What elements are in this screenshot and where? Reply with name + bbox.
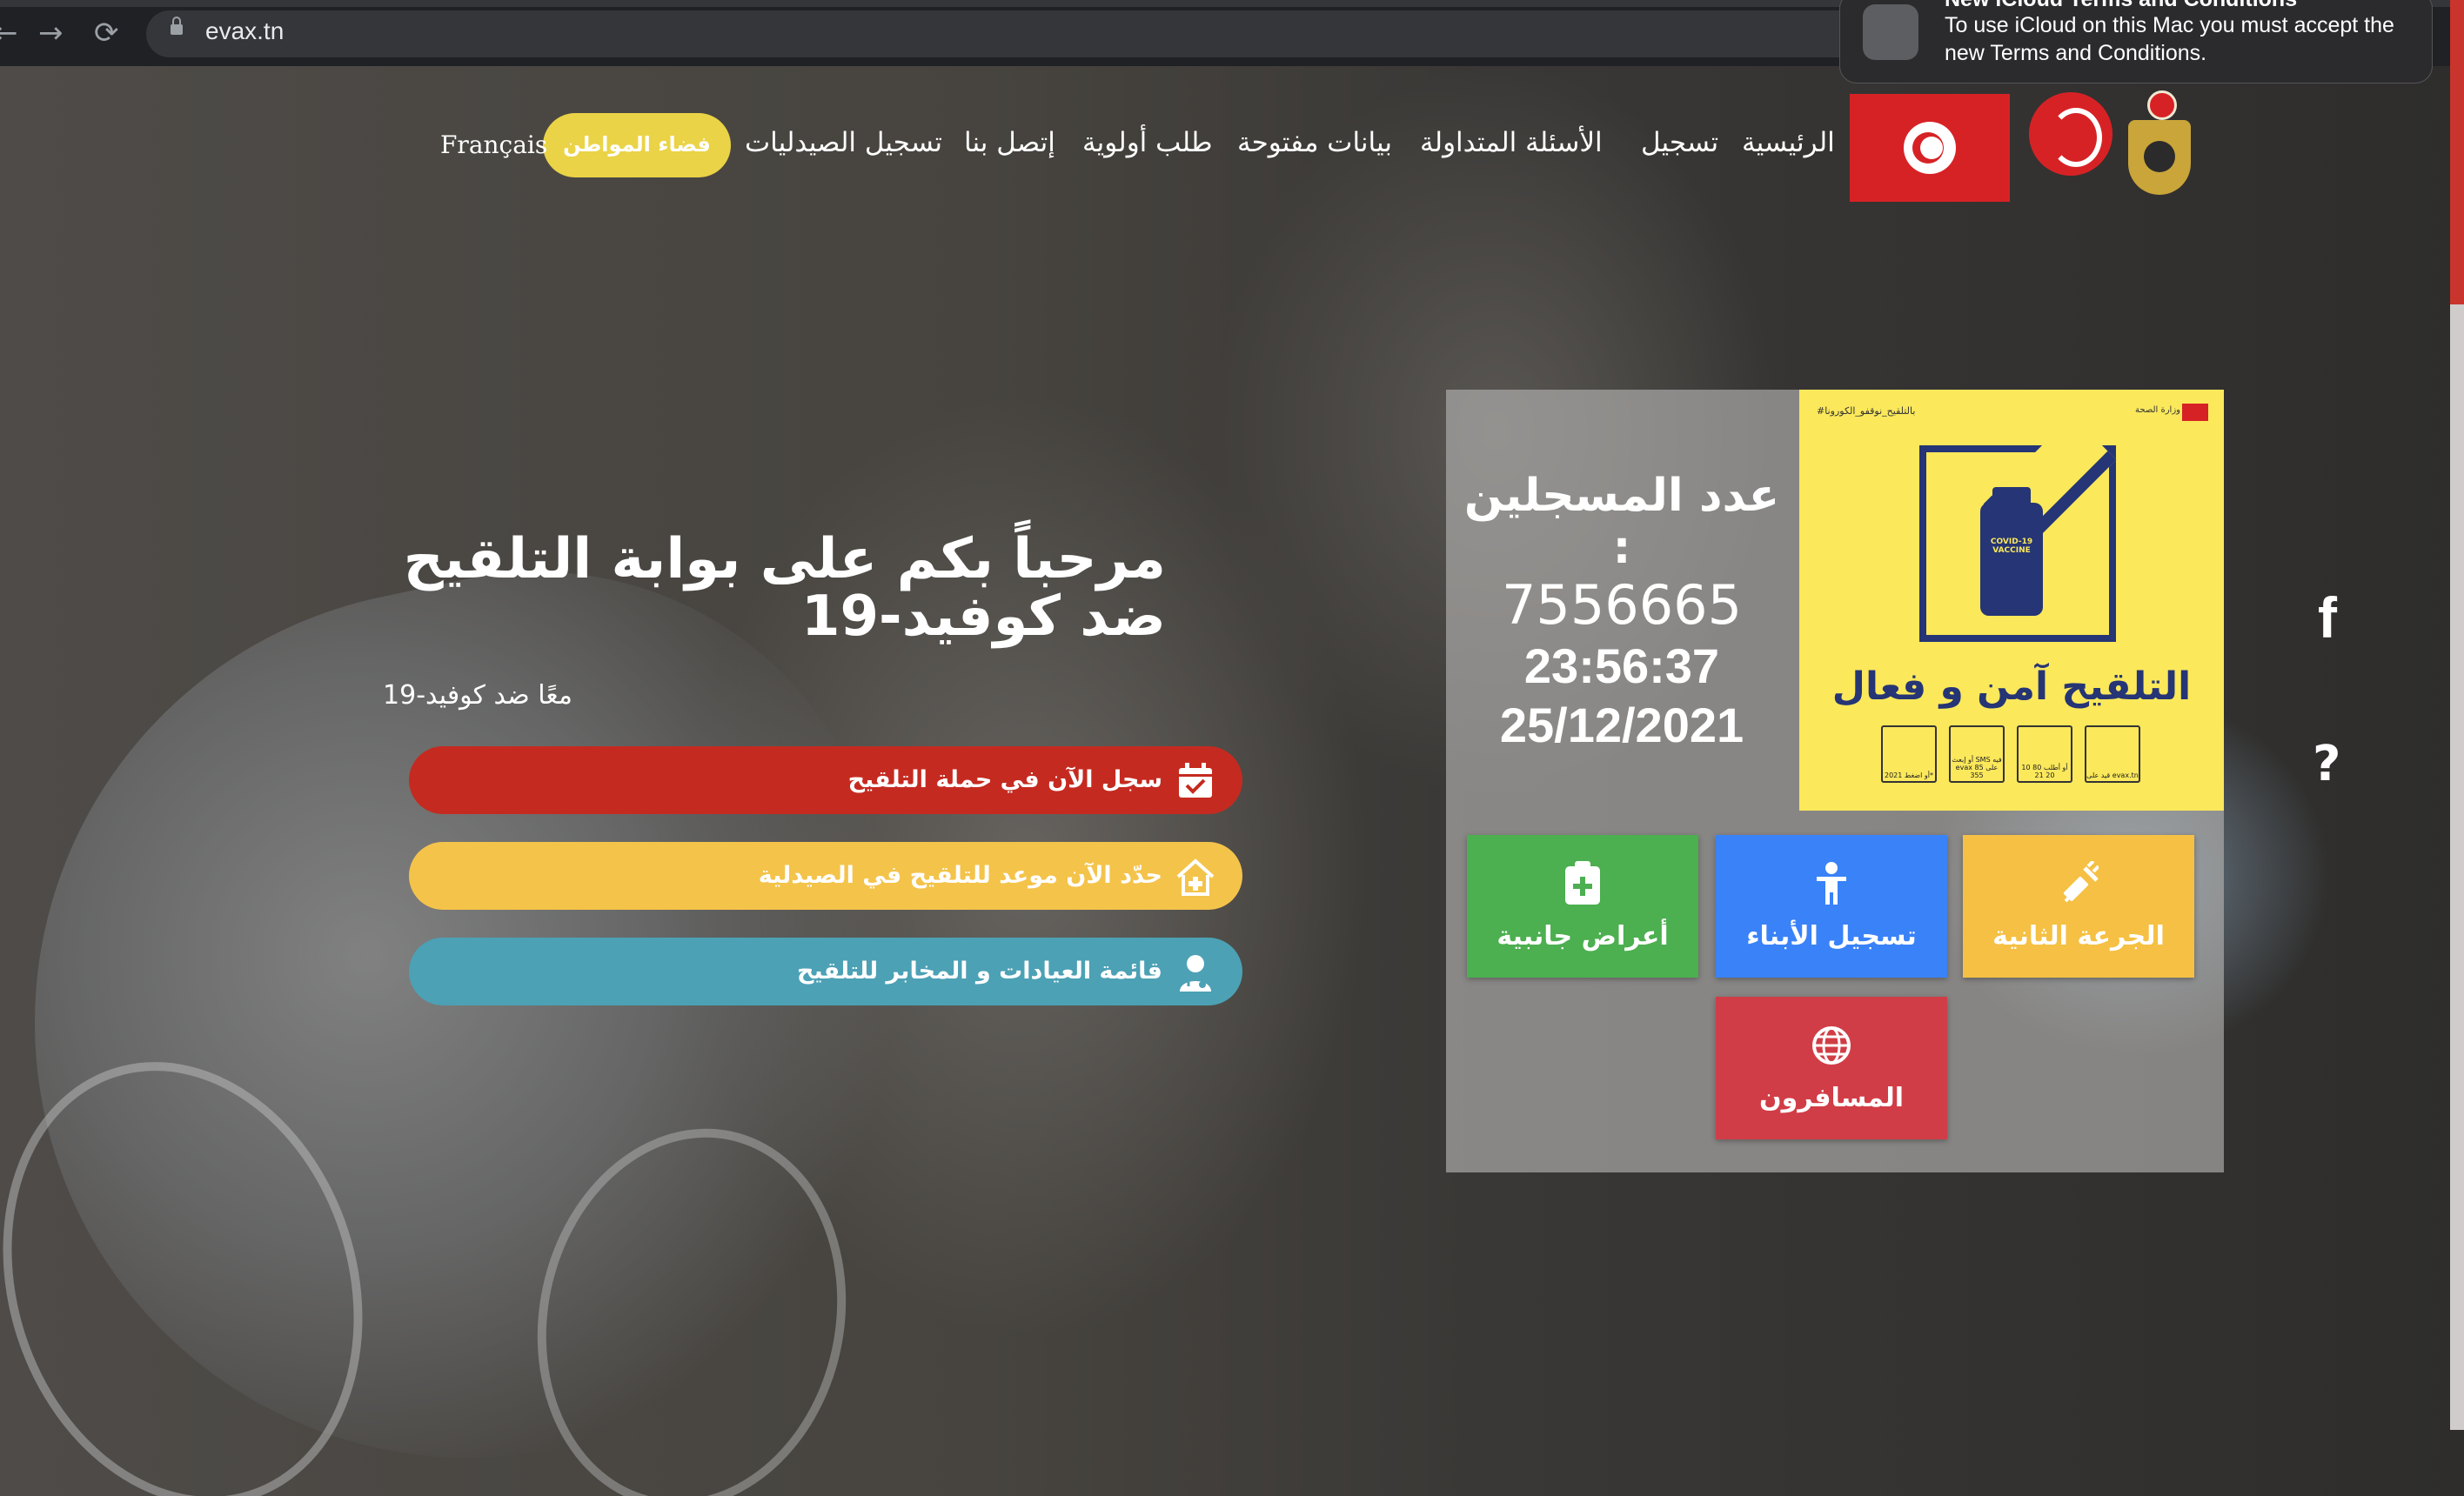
travelers-label: المسافرون [1758, 1083, 1904, 1113]
emblem-top [2147, 90, 2177, 120]
forward-icon[interactable]: → [38, 17, 64, 49]
phone-icon: أو اضغط 2021* [1881, 725, 1937, 783]
doctor-icon [1180, 955, 1211, 992]
page-subtitle: معًا ضد كوفيد-19 [383, 680, 572, 711]
counter-value: 7556665 [1501, 573, 1743, 637]
register-vaccination-label: سجل الآن في حملة التلقيح [847, 766, 1162, 793]
medical-clipboard-icon [1565, 861, 1600, 905]
vaccine-poster: #بالتلقيح_نوقفو_الكورونا وزارة الصحة COV… [1799, 390, 2224, 811]
second-dose-tile[interactable]: الجرعة الثانية [1963, 835, 2194, 978]
globe-icon [1812, 1026, 1851, 1065]
page-title: مرحباً بكم على بوابة التلقيح ضد كوفيد-19 [403, 527, 1166, 649]
counter-date: 25/12/2021 [1499, 698, 1744, 752]
notification-title: New iCloud Terms and Conditions [1945, 0, 2297, 12]
poster-icon-caption: أو إبعث SMS فيه evax على 85 355 [1952, 756, 2002, 779]
call-icon: أو أطلب 80 10 20 21 [2017, 725, 2072, 783]
poster-icon-caption: أو اضغط 2021* [1885, 771, 1933, 779]
lock-icon [171, 17, 183, 35]
registrations-counter: عدد المسجلين : 7556665 23:56:37 25/12/20… [1448, 470, 1796, 755]
syringe-icon [2063, 861, 2099, 903]
nav-register[interactable]: تسجيل [1641, 127, 1718, 165]
clinics-list-button[interactable]: قائمة العيادات و المخابر للتلقيح [409, 938, 1242, 1005]
nav-pharmacy-registration[interactable]: تسجيل الصيدليات [745, 127, 942, 165]
child-icon [1817, 862, 1846, 905]
poster-flag-icon [2182, 404, 2208, 421]
counter-time: 23:56:37 [1523, 638, 1720, 693]
apple-icon [1863, 4, 1918, 60]
poster-icon-caption: قيد على evax.tn [2086, 771, 2139, 779]
side-effects-label: أعراض جانبية [1496, 921, 1669, 952]
emblem-shield [2128, 120, 2191, 195]
register-vaccination-button[interactable]: سجل الآن في حملة التلقيح [409, 746, 1242, 814]
back-icon[interactable]: ← [0, 17, 18, 49]
nav-home[interactable]: الرئيسية [1742, 127, 1835, 165]
poster-hashtag: #بالتلقيح_نوقفو_الكورونا [1817, 405, 1916, 417]
vial-label: COVID-19 VACCINE [1990, 538, 2033, 555]
ministry-logo-caption [2024, 183, 2119, 198]
url-text[interactable]: evax.tn [205, 17, 284, 45]
address-bar[interactable] [146, 10, 1930, 57]
poster-icon-caption: أو أطلب 80 10 20 21 [2021, 764, 2068, 779]
pharmacy-appointment-label: حدّد الآن موعد للتلقيح في الصيدلية [758, 862, 1162, 889]
notification-body: To use iCloud on this Mac you must accep… [1945, 13, 2394, 65]
citizen-space-button[interactable]: فضاء المواطن [543, 113, 731, 177]
nav-contact[interactable]: إتصل بنا [964, 127, 1055, 165]
nav-faq[interactable]: الأسئلة المتداولة [1420, 127, 1603, 165]
tunisia-flag-logo[interactable] [1850, 94, 2010, 202]
help-icon[interactable]: ? [2313, 736, 2340, 792]
flag-circle [1904, 122, 1956, 174]
side-effects-tile[interactable]: أعراض جانبية [1467, 835, 1698, 978]
laptop-icon: قيد على evax.tn [2085, 725, 2140, 783]
register-children-tile[interactable]: تسجيل الأبناء [1716, 835, 1947, 978]
second-dose-label: الجرعة الثانية [1992, 921, 2165, 952]
nav-open-data[interactable]: بيانات مفتوحة [1237, 127, 1392, 165]
pharmacy-appointment-button[interactable]: حدّد الآن موعد للتلقيح في الصيدلية [409, 842, 1242, 910]
scrollbar-thumb[interactable] [2450, 0, 2464, 304]
tunisia-emblem-logo[interactable] [2125, 90, 2194, 200]
language-switch[interactable]: Français [440, 130, 547, 159]
reload-icon[interactable]: ⟳ [94, 17, 119, 49]
home-plus-icon [1176, 858, 1215, 896]
clinics-list-label: قائمة العيادات و المخابر للتلقيح [797, 958, 1162, 985]
nav-priority-request[interactable]: طلب أولوية [1082, 127, 1213, 165]
calendar-check-icon [1179, 763, 1212, 798]
poster-slogan: التلقيح آمن و فعال [1831, 665, 2192, 709]
system-notification[interactable]: New iCloud Terms and Conditions To use i… [1839, 0, 2433, 83]
crescent-icon [1912, 132, 1944, 164]
ministry-health-logo[interactable] [2029, 92, 2112, 176]
travelers-tile[interactable]: المسافرون [1716, 997, 1947, 1139]
poster-ministry: وزارة الصحة [2135, 405, 2180, 415]
counter-label: عدد المسجلين : [1463, 470, 1780, 574]
facebook-icon[interactable]: f [2318, 584, 2337, 651]
vaccine-vial-icon: COVID-19 VACCINE [1980, 487, 2043, 616]
sms-icon: أو إبعث SMS فيه evax على 85 355 [1949, 725, 2005, 783]
register-children-label: تسجيل الأبناء [1746, 921, 1917, 952]
